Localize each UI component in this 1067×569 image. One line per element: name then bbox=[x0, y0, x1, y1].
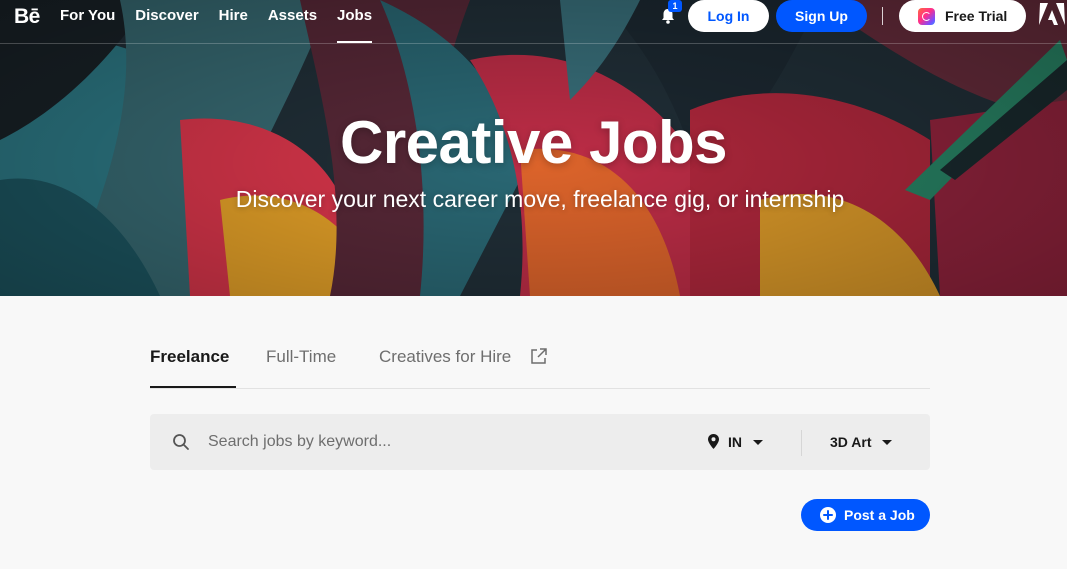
plus-circle-icon bbox=[820, 507, 836, 523]
hero-subtitle: Discover your next career move, freelanc… bbox=[235, 186, 845, 212]
free-trial-button[interactable]: Free Trial bbox=[899, 0, 1026, 32]
external-link-icon[interactable] bbox=[530, 347, 548, 365]
tab-freelance[interactable]: Freelance bbox=[150, 337, 236, 388]
chevron-down-icon bbox=[753, 440, 763, 445]
adobe-logo-icon[interactable] bbox=[1039, 3, 1065, 25]
login-button[interactable]: Log In bbox=[688, 0, 769, 32]
top-nav: Bē For You Discover Hire Assets Jobs 1 L… bbox=[0, 0, 1067, 44]
search-input[interactable] bbox=[208, 426, 628, 458]
tab-full-time[interactable]: Full-Time bbox=[266, 337, 336, 387]
post-job-label: Post a Job bbox=[844, 507, 915, 523]
job-search-bar: IN 3D Art bbox=[150, 414, 930, 470]
post-job-button[interactable]: Post a Job bbox=[801, 499, 930, 531]
hero-banner: Bē For You Discover Hire Assets Jobs 1 L… bbox=[0, 0, 1067, 296]
signup-button[interactable]: Sign Up bbox=[776, 0, 867, 32]
behance-logo[interactable]: Bē bbox=[14, 5, 40, 29]
creative-cloud-icon bbox=[918, 8, 935, 25]
nav-links: For You Discover Hire Assets Jobs bbox=[60, 0, 392, 43]
nav-divider bbox=[882, 7, 883, 25]
category-value: 3D Art bbox=[830, 434, 872, 450]
location-pin-icon bbox=[708, 434, 719, 449]
nav-link-assets[interactable]: Assets bbox=[268, 0, 317, 43]
free-trial-label: Free Trial bbox=[945, 8, 1008, 24]
tab-creatives-for-hire[interactable]: Creatives for Hire bbox=[379, 337, 511, 387]
nav-link-jobs[interactable]: Jobs bbox=[337, 0, 373, 43]
location-value: IN bbox=[728, 434, 742, 450]
hero-title: Creative Jobs bbox=[339, 109, 728, 176]
category-dropdown[interactable]: 3D Art bbox=[830, 414, 892, 470]
search-icon bbox=[173, 434, 189, 450]
nav-link-hire[interactable]: Hire bbox=[219, 0, 248, 43]
notification-badge: 1 bbox=[668, 0, 682, 12]
chevron-down-icon bbox=[882, 440, 892, 445]
nav-link-for-you[interactable]: For You bbox=[60, 0, 115, 43]
nav-link-discover[interactable]: Discover bbox=[135, 0, 198, 43]
search-divider bbox=[801, 430, 802, 456]
